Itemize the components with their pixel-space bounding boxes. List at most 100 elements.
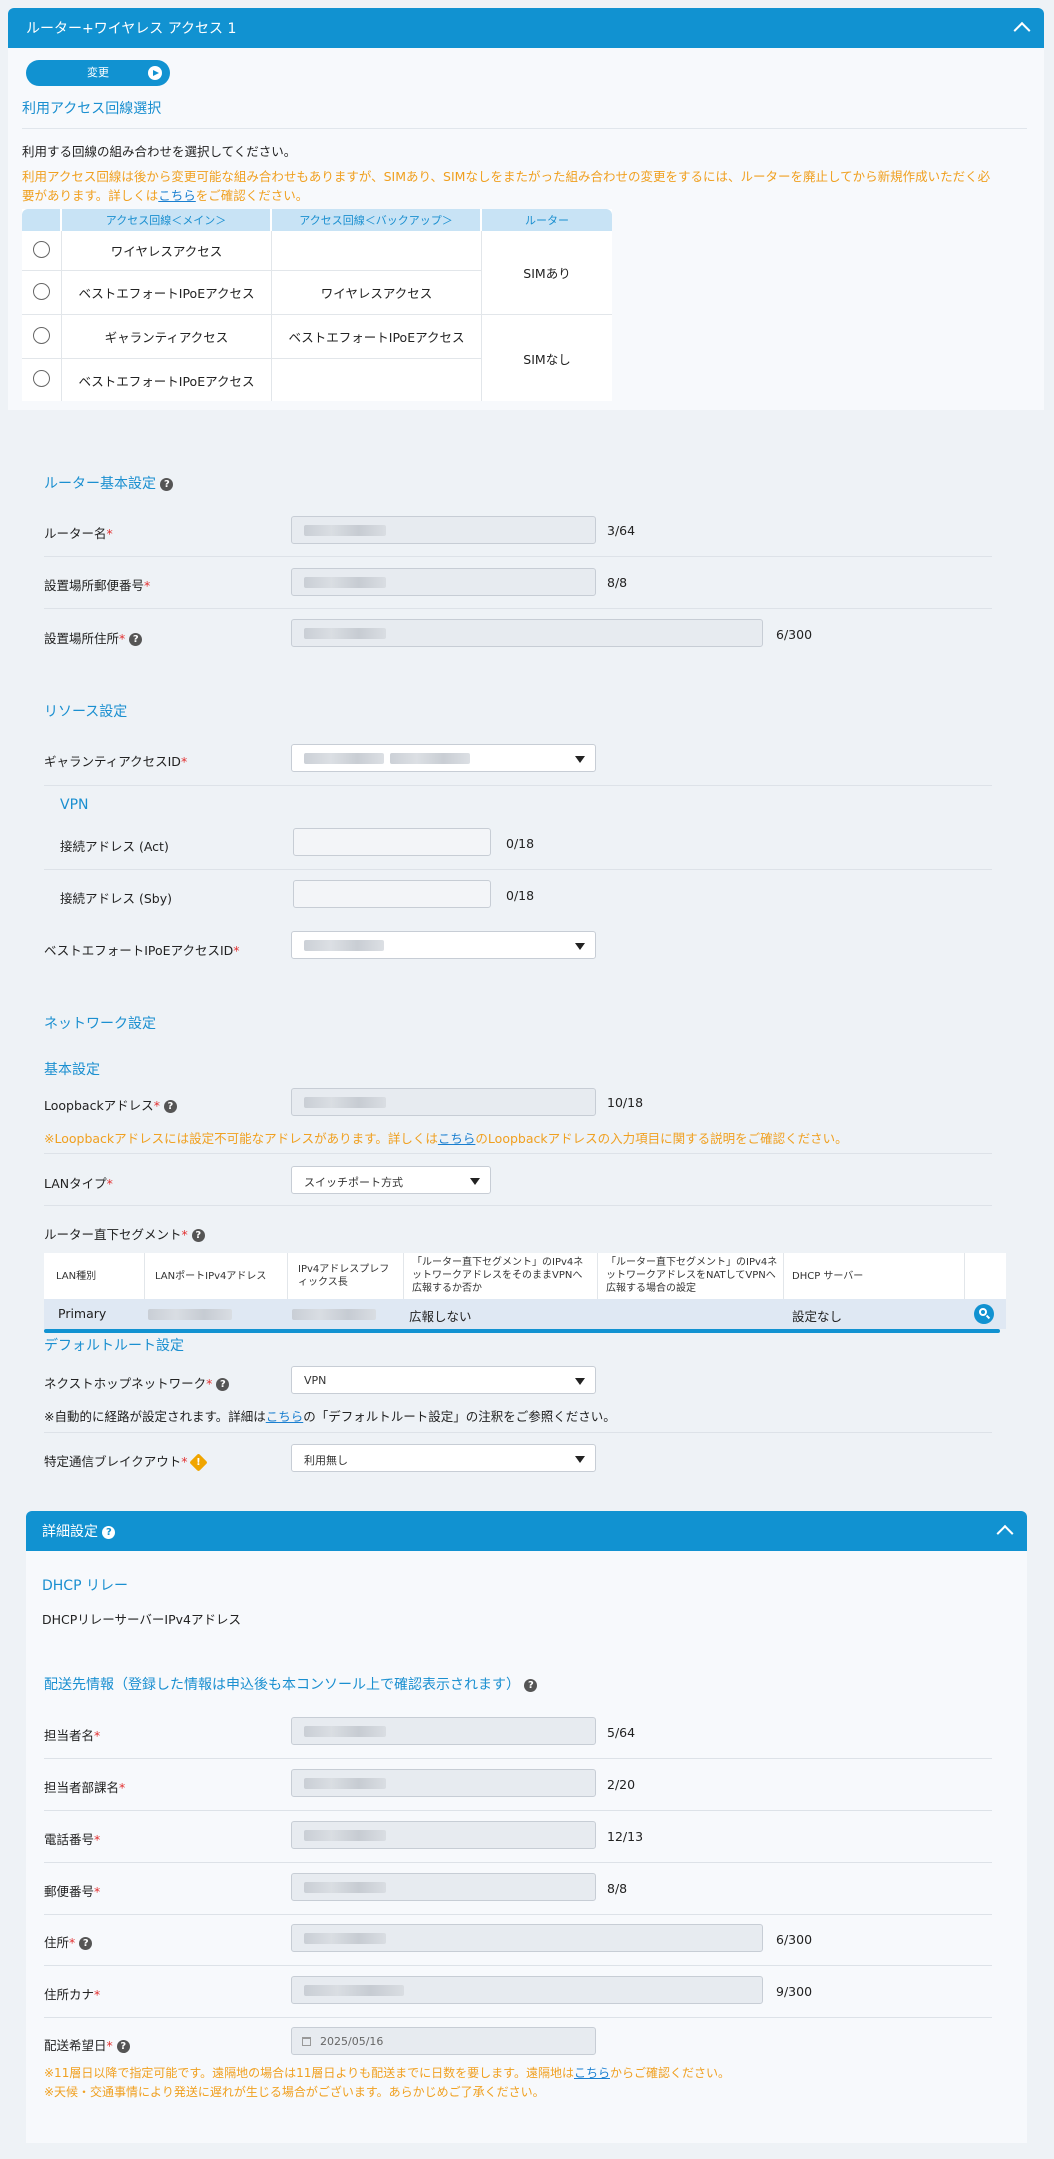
chevron-down-icon xyxy=(470,1178,480,1185)
detail-panel-header[interactable]: 詳細設定 ? xyxy=(26,1511,1027,1551)
addr-input[interactable] xyxy=(291,1924,763,1952)
divider xyxy=(22,128,1027,129)
access-radio-3[interactable] xyxy=(33,326,50,344)
access-row-main: ギャランティアクセス xyxy=(62,315,272,359)
divider xyxy=(44,1205,992,1206)
kana-label: 住所カナ* xyxy=(44,1987,101,2002)
router-name-label: ルーター名* xyxy=(44,526,113,541)
breakout-select[interactable]: 利用無し xyxy=(291,1444,596,1472)
access-row-backup xyxy=(272,359,482,401)
chevron-down-icon xyxy=(575,1378,585,1385)
router-panel-title: ルーター+ワイヤレス アクセス 1 xyxy=(26,21,237,37)
chevron-down-icon xyxy=(575,1456,585,1463)
loopback-input[interactable] xyxy=(291,1088,596,1116)
access-radio-1[interactable] xyxy=(33,240,50,258)
chevron-up-icon[interactable] xyxy=(996,1524,1014,1542)
loopback-note-link[interactable]: こちら xyxy=(438,1131,476,1146)
route-note: ※自動的に経路が設定されます。詳細はこちらの「デフォルトルート設定」の注釈をご参… xyxy=(44,1409,616,1424)
loopback-count: 10/18 xyxy=(607,1095,644,1110)
nexthop-label: ネクストホップネットワーク* ? xyxy=(44,1373,230,1392)
access-row-backup: ワイヤレスアクセス xyxy=(272,271,482,315)
basic-section-title: ルーター基本設定 ? xyxy=(44,473,174,493)
dept-input[interactable] xyxy=(291,1769,596,1797)
addr-label: 住所* ? xyxy=(44,1932,93,1951)
divider xyxy=(44,1862,992,1863)
vpn-title: VPN xyxy=(60,797,89,813)
route-note-link[interactable]: こちら xyxy=(266,1409,304,1424)
zip-label: 郵便番号* xyxy=(44,1884,101,1899)
date-input[interactable]: 2025/05/16 xyxy=(291,2027,596,2055)
table-row[interactable]: Primary 広報しない 設定なし xyxy=(44,1299,1006,1329)
kana-count: 9/300 xyxy=(776,1984,813,1999)
segment-table: LAN種別 LANポートIPv4アドレス IPv4アドレスプレフ ィックス長 「ル… xyxy=(44,1253,1006,1333)
access-note: 利用アクセス回線は後から変更可能な組み合わせもありますが、SIMあり、SIMなし… xyxy=(22,169,991,203)
access-row-backup: ベストエフォートIPoEアクセス xyxy=(272,315,482,359)
divider xyxy=(44,1810,992,1811)
person-input[interactable] xyxy=(291,1717,596,1745)
help-icon[interactable]: ? xyxy=(163,1100,177,1113)
search-icon[interactable] xyxy=(974,1304,994,1324)
divider xyxy=(44,785,992,786)
postal-label: 設置場所郵便番号* xyxy=(44,578,151,593)
default-route-title: デフォルトルート設定 xyxy=(44,1338,184,1354)
chevron-down-icon xyxy=(575,943,585,950)
access-row-main: ワイヤレスアクセス xyxy=(62,231,272,271)
horizontal-scrollbar[interactable] xyxy=(44,1329,1000,1333)
date-label: 配送希望日* ? xyxy=(44,2035,130,2054)
postal-input[interactable] xyxy=(291,568,596,596)
address-label: 設置場所住所* ? xyxy=(44,628,143,647)
resource-section-title: リソース設定 xyxy=(44,704,128,720)
header-backup: アクセス回線＜バックアップ＞ xyxy=(272,209,482,231)
nexthop-select[interactable]: VPN xyxy=(291,1366,596,1394)
dept-count: 2/20 xyxy=(607,1777,636,1792)
zip-count: 8/8 xyxy=(607,1881,628,1896)
postal-count: 8/8 xyxy=(607,575,628,590)
warning-icon[interactable]: ! xyxy=(188,1453,208,1472)
divider xyxy=(44,1965,992,1966)
remote-area-link[interactable]: こちら xyxy=(574,2066,610,2080)
network-section-title: ネットワーク設定 xyxy=(44,1016,156,1032)
loopback-note: ※Loopbackアドレスには設定不可能なアドレスがあります。詳しくはこちらのL… xyxy=(44,1131,848,1146)
loopback-label: Loopbackアドレス* ? xyxy=(44,1095,177,1114)
chevron-down-icon xyxy=(575,756,585,763)
delivery-notes: ※11層日以降で指定可能です。遠隔地の場合は11層日よりも配送までに日数を要しま… xyxy=(44,2066,730,2099)
person-count: 5/64 xyxy=(607,1725,636,1740)
network-basic-title: 基本設定 xyxy=(44,1062,100,1078)
lan-type-label: LANタイプ* xyxy=(44,1176,113,1191)
router-panel-header[interactable]: ルーター+ワイヤレス アクセス 1 xyxy=(8,8,1044,48)
besteffort-select[interactable] xyxy=(291,931,596,959)
chevron-up-icon[interactable] xyxy=(1013,21,1031,39)
divider xyxy=(44,608,992,609)
help-icon[interactable]: ? xyxy=(524,1678,538,1692)
divider xyxy=(44,1153,992,1154)
act-label: 接続アドレス (Act) xyxy=(60,839,169,854)
calendar-icon[interactable] xyxy=(302,2037,311,2046)
help-icon[interactable]: ? xyxy=(129,633,143,646)
zip-input[interactable] xyxy=(291,1873,596,1901)
act-input[interactable] xyxy=(293,828,491,856)
router-name-input[interactable] xyxy=(291,516,596,544)
guarantee-select[interactable] xyxy=(291,744,596,772)
lan-type-select[interactable]: スイッチポート方式 xyxy=(291,1166,491,1194)
sby-count: 0/18 xyxy=(506,888,535,903)
change-button[interactable]: 変更 xyxy=(26,60,170,86)
phone-input[interactable] xyxy=(291,1821,596,1849)
help-icon[interactable]: ? xyxy=(116,2040,130,2053)
person-label: 担当者名* xyxy=(44,1728,101,1743)
kana-input[interactable] xyxy=(291,1976,763,2004)
help-icon[interactable]: ? xyxy=(102,1525,116,1539)
phone-label: 電話番号* xyxy=(44,1832,101,1847)
router-group-nosim: SIMなし xyxy=(523,351,571,367)
router-name-count: 3/64 xyxy=(607,523,636,538)
access-radio-4[interactable] xyxy=(33,370,50,387)
help-icon[interactable]: ? xyxy=(191,1229,205,1242)
access-row-backup xyxy=(272,231,482,271)
address-input[interactable] xyxy=(291,619,763,647)
divider xyxy=(44,556,992,557)
help-icon[interactable]: ? xyxy=(160,477,174,491)
help-icon[interactable]: ? xyxy=(79,1937,93,1950)
access-note-link[interactable]: こちら xyxy=(158,188,196,203)
help-icon[interactable]: ? xyxy=(216,1378,230,1391)
sby-input[interactable] xyxy=(293,880,491,908)
access-radio-2[interactable] xyxy=(33,282,50,300)
